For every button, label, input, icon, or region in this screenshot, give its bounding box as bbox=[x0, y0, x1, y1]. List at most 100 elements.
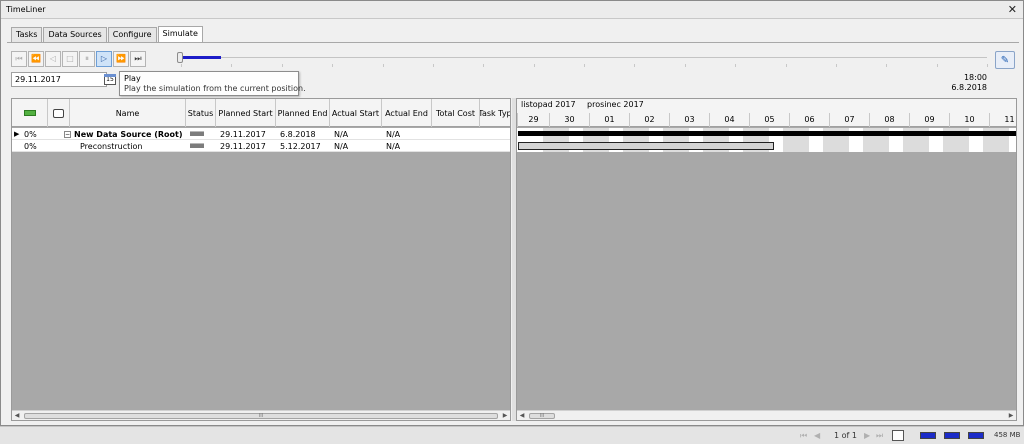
timeline-slider[interactable] bbox=[173, 51, 988, 69]
current-date: 6.8.2018 bbox=[951, 83, 987, 92]
day-label: 03 bbox=[669, 113, 709, 127]
weekend-block bbox=[823, 140, 849, 152]
step-forward-button[interactable]: ⏩ bbox=[113, 51, 129, 67]
play-reverse-button[interactable]: ◁ bbox=[45, 51, 61, 67]
weekend-block bbox=[903, 140, 929, 152]
row-actual-end[interactable]: N/A bbox=[386, 128, 400, 140]
day-label: 04 bbox=[709, 113, 749, 127]
network-meter-icon bbox=[968, 432, 984, 439]
skip-forward-icon: ⏭ bbox=[134, 54, 142, 63]
weekend-block bbox=[983, 140, 1009, 152]
weekend-block bbox=[783, 140, 809, 152]
tab-data-sources[interactable]: Data Sources bbox=[43, 27, 107, 42]
collapse-icon[interactable]: − bbox=[64, 131, 71, 138]
scroll-right-icon[interactable]: ▶ bbox=[500, 411, 510, 421]
day-label: 30 bbox=[549, 113, 589, 127]
slider-tick bbox=[735, 64, 736, 67]
column-header-planned-end[interactable]: Planned End bbox=[276, 99, 330, 127]
play-reverse-icon: ◁ bbox=[49, 54, 57, 63]
column-header-task-type[interactable]: Task Typ bbox=[480, 99, 510, 127]
calendar-button[interactable]: 15 bbox=[103, 72, 117, 87]
slider-track bbox=[181, 57, 987, 58]
table-row[interactable]: 0% Preconstruction 29.11.2017 5.12.2017 … bbox=[12, 140, 510, 152]
scroll-left-icon[interactable]: ◀ bbox=[517, 411, 527, 420]
row-planned-start[interactable]: 29.11.2017 bbox=[220, 128, 266, 140]
comment-icon bbox=[53, 108, 64, 118]
slider-tick bbox=[786, 64, 787, 67]
simulation-settings-button[interactable]: ✎ bbox=[995, 51, 1015, 69]
day-label: 08 bbox=[869, 113, 909, 127]
tab-strip: Tasks Data Sources Configure Simulate bbox=[11, 26, 204, 42]
column-header-actual-start[interactable]: Actual Start bbox=[330, 99, 382, 127]
slider-tick bbox=[181, 64, 182, 67]
next-page-icon[interactable]: ▶ bbox=[864, 431, 870, 440]
column-header-total-cost[interactable]: Total Cost bbox=[432, 99, 480, 127]
rewind-to-start-button[interactable]: ⏮ bbox=[11, 51, 27, 67]
tab-simulate[interactable]: Simulate bbox=[157, 26, 203, 42]
month-label: listopad 2017 bbox=[521, 100, 576, 109]
weekend-block bbox=[863, 140, 889, 152]
task-bar[interactable] bbox=[518, 142, 774, 150]
row-actual-start[interactable]: N/A bbox=[334, 140, 348, 152]
summary-bar[interactable] bbox=[518, 131, 1016, 136]
play-icon: ▷ bbox=[100, 54, 108, 63]
day-label: 09 bbox=[909, 113, 949, 127]
skip-back-icon: ⏮ bbox=[15, 54, 23, 63]
stop-button[interactable]: □ bbox=[62, 51, 78, 67]
scroll-thumb[interactable]: III bbox=[24, 413, 498, 419]
slider-thumb[interactable] bbox=[177, 52, 183, 63]
first-page-icon[interactable]: ⏮ bbox=[800, 431, 807, 441]
memory-meter-icon bbox=[920, 432, 936, 439]
day-label: 06 bbox=[789, 113, 829, 127]
play-button[interactable]: ▷ bbox=[96, 51, 112, 67]
slider-tick bbox=[836, 64, 837, 67]
sheet-browser-icon[interactable] bbox=[892, 430, 904, 441]
row-planned-end[interactable]: 5.12.2017 bbox=[280, 140, 321, 152]
column-header-name[interactable]: Name bbox=[70, 99, 186, 127]
time-readout: 18:00 6.8.2018 bbox=[951, 73, 987, 93]
row-actual-start[interactable]: N/A bbox=[334, 128, 348, 140]
timeliner-window: TimeLiner ✕ Tasks Data Sources Configure… bbox=[0, 0, 1024, 426]
table-row[interactable]: ▶ 0% − New Data Source (Root) 29.11.2017… bbox=[12, 128, 510, 140]
gantt-horizontal-scrollbar[interactable]: ◀ III ▶ bbox=[517, 410, 1016, 420]
slider-tick bbox=[937, 64, 938, 67]
scroll-left-icon[interactable]: ◀ bbox=[12, 411, 22, 421]
row-planned-start[interactable]: 29.11.2017 bbox=[220, 140, 266, 152]
tab-tasks[interactable]: Tasks bbox=[11, 27, 43, 42]
active-column-icon bbox=[23, 110, 36, 116]
tooltip-title: Play bbox=[124, 74, 141, 83]
current-row-icon: ▶ bbox=[14, 130, 20, 138]
grid-horizontal-scrollbar[interactable]: ◀ III ▶ bbox=[12, 410, 510, 420]
row-name[interactable]: New Data Source (Root) bbox=[74, 128, 182, 140]
slider-tick bbox=[534, 64, 535, 67]
day-label: 01 bbox=[589, 113, 629, 127]
row-planned-end[interactable]: 6.8.2018 bbox=[280, 128, 316, 140]
pause-button[interactable]: ⏸ bbox=[79, 51, 95, 67]
scroll-right-icon[interactable]: ▶ bbox=[1006, 411, 1016, 420]
memory-usage: 458 MB bbox=[994, 431, 1021, 439]
forward-to-end-button[interactable]: ⏭ bbox=[130, 51, 146, 67]
scroll-thumb[interactable]: III bbox=[529, 413, 555, 419]
column-header-status[interactable]: Status bbox=[186, 99, 216, 127]
column-header-planned-start[interactable]: Planned Start bbox=[216, 99, 276, 127]
column-header-comment[interactable] bbox=[48, 99, 70, 127]
slider-progress bbox=[181, 56, 221, 59]
column-header-active[interactable] bbox=[12, 99, 48, 127]
slider-tick bbox=[332, 64, 333, 67]
step-forward-icon: ⏩ bbox=[116, 54, 126, 63]
slider-tick bbox=[282, 64, 283, 67]
previous-page-icon[interactable]: ◀ bbox=[814, 431, 820, 440]
step-back-button[interactable]: ⏪ bbox=[28, 51, 44, 67]
column-header-actual-end[interactable]: Actual End bbox=[382, 99, 432, 127]
tab-configure[interactable]: Configure bbox=[107, 27, 157, 42]
date-field[interactable]: 29.11.2017 bbox=[11, 72, 107, 87]
slider-ticks bbox=[181, 64, 988, 68]
month-label: prosinec 2017 bbox=[587, 100, 644, 109]
last-page-icon[interactable]: ⏭ bbox=[876, 431, 883, 441]
row-name[interactable]: Preconstruction bbox=[80, 140, 142, 152]
gantt-header: listopad 2017 prosinec 2017 29 30 01 02 03 04… bbox=[517, 99, 1016, 127]
close-icon[interactable]: ✕ bbox=[1008, 3, 1017, 16]
slider-tick bbox=[987, 64, 988, 67]
slider-tick bbox=[584, 64, 585, 67]
row-actual-end[interactable]: N/A bbox=[386, 140, 400, 152]
